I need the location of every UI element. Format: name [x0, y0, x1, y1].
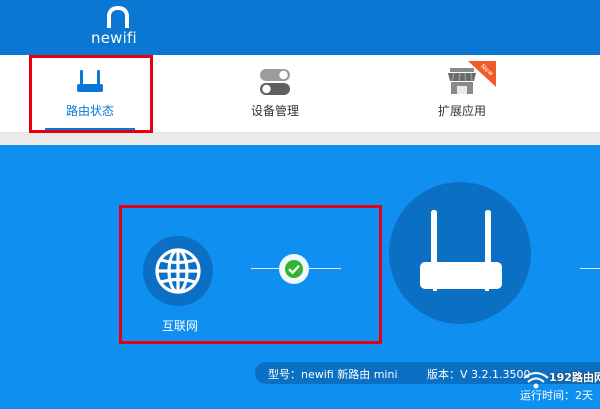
version-text: 版本：V 3.2.1.3500 [427, 368, 531, 381]
watermark-text: 192路由网 [549, 371, 600, 384]
site-watermark: 192路由网 运行时间：2天 [519, 364, 600, 409]
router-icon [420, 210, 502, 291]
uptime-text: 运行时间：2天 [520, 389, 593, 402]
logo-n-mark [107, 6, 129, 28]
nav-label-extended-apps: 扩展应用 [437, 104, 486, 118]
top-header-bar: newifi [0, 0, 600, 55]
nav-item-extended-apps[interactable]: New 扩展应用 [417, 55, 507, 132]
logo-text: newifi [91, 29, 137, 47]
router-status-button[interactable] [389, 182, 531, 324]
connection-line-right [580, 268, 600, 269]
nav-item-device-management[interactable]: 设备管理 [230, 55, 320, 132]
nav-label-device-management: 设备管理 [250, 104, 299, 118]
newifi-logo[interactable]: newifi [86, 0, 146, 55]
new-badge-icon: New [468, 61, 496, 87]
highlight-box-internet [119, 205, 382, 344]
model-text: 型号：newifi 新路由 mini [268, 368, 398, 381]
highlight-box-nav [29, 55, 153, 133]
toggle-switches-icon [260, 69, 290, 95]
